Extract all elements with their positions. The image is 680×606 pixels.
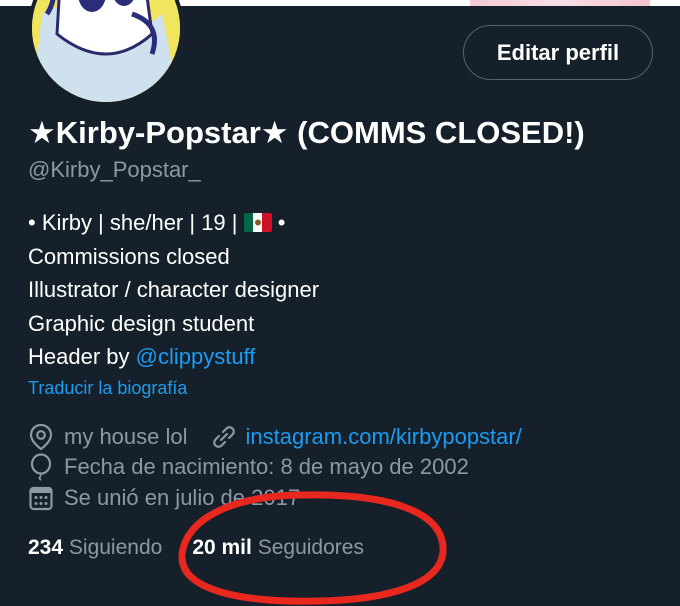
bio-header-credit: Header by (28, 344, 136, 369)
bio-line-1-suffix: • (277, 210, 286, 235)
birthday-text: Fecha de nacimiento: 8 de mayo de 2002 (64, 454, 469, 479)
edit-profile-button[interactable]: Editar perfil (463, 25, 653, 80)
bio-line-4: Graphic design student (28, 310, 255, 336)
location-text: my house lol (64, 424, 188, 449)
profile-location-row: my house lol instagram.com/kirbypopstar/ (28, 423, 522, 451)
following-label: Siguiendo (68, 536, 163, 559)
profile-joined-row: Se unió en julio de 2017 (28, 484, 300, 512)
profile-handle: @Kirby_Popstar_ (28, 157, 201, 182)
following-link[interactable]: 234 Siguiendo (28, 536, 162, 559)
followers-label: Seguidores (257, 536, 364, 559)
header-art (470, 0, 650, 6)
avatar-image (32, 0, 180, 102)
link-icon (212, 426, 235, 448)
profile-birthday-row: Fecha de nacimiento: 8 de mayo de 2002 (28, 453, 469, 481)
mention-link[interactable]: @clippystuff (136, 344, 256, 369)
calendar-icon (29, 486, 53, 511)
followers-link[interactable]: 20 mil Seguidores (192, 536, 364, 559)
bio-line-2: Commissions closed (28, 243, 230, 269)
joined-text: Se unió en julio de 2017 (64, 485, 301, 510)
location-pin-icon (29, 423, 53, 451)
avatar[interactable] (28, 0, 184, 106)
website-link[interactable]: instagram.com/kirbypopstar/ (246, 424, 522, 450)
profile-name: ★Kirby-Popstar★ (COMMS CLOSED!) (28, 115, 585, 150)
follow-stats: 234 Siguiendo 20 mil Seguidores (28, 536, 364, 560)
mexico-flag-icon (243, 213, 272, 232)
bio-line-1: • Kirby | she/her | 19 | • (28, 206, 319, 240)
profile-bio: • Kirby | she/her | 19 | • Commissions c… (28, 206, 319, 374)
bio-line-5: Header by @clippystuff (28, 340, 319, 374)
following-count: 234 (28, 536, 64, 559)
followers-count: 20 mil (192, 536, 252, 559)
bio-line-3: Illustrator / character designer (28, 277, 320, 302)
translate-bio-link[interactable]: Traducir la biografía (28, 378, 187, 399)
balloon-icon (30, 453, 52, 481)
bio-line-1-text: • Kirby | she/her | 19 | (28, 210, 238, 235)
